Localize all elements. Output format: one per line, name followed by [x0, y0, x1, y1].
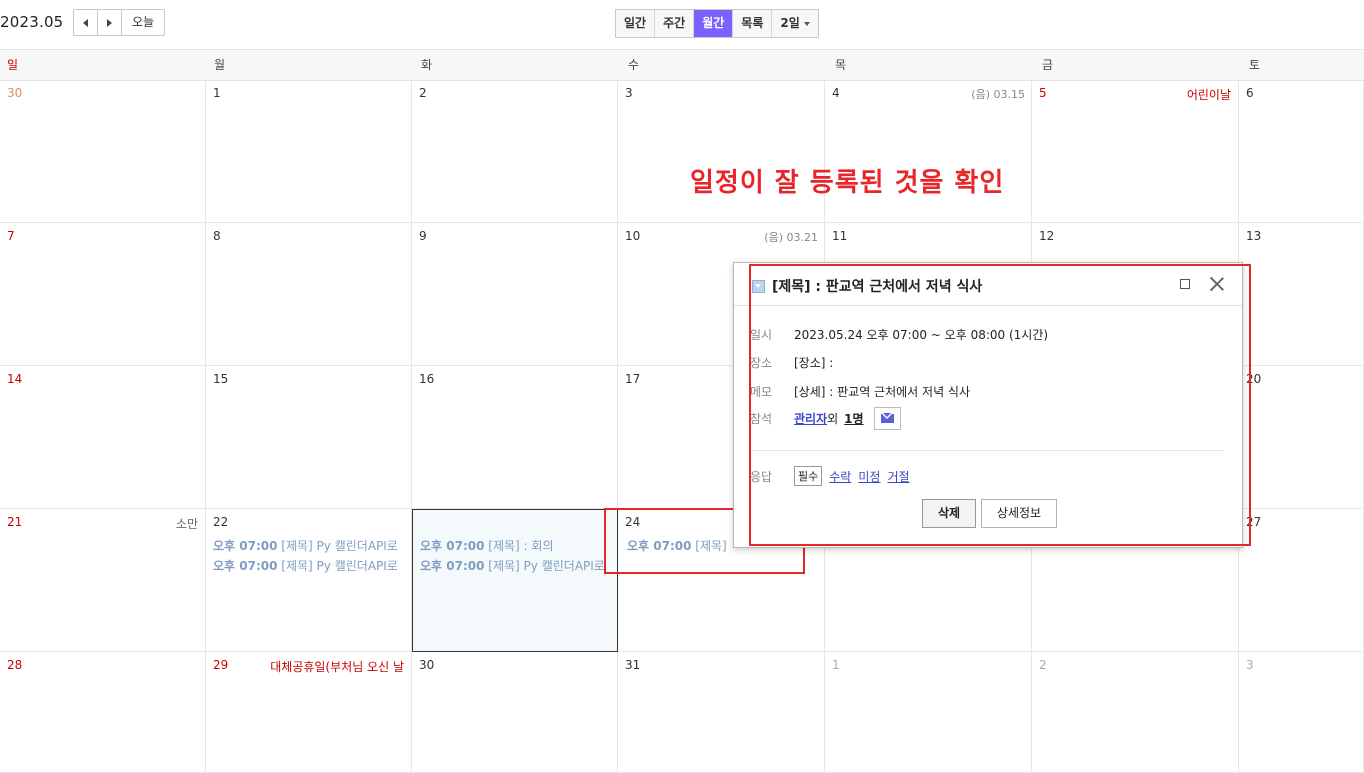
day-number: 1 — [832, 658, 840, 672]
day-cell[interactable]: 4 (음) 03.15 — [825, 80, 1032, 223]
current-month: 2023.05 — [0, 13, 64, 31]
day-cell[interactable]: 1 — [825, 652, 1032, 773]
day-cell[interactable]: 29 대체공휴일(부처님 오신 날 — [206, 652, 412, 773]
day-number: 31 — [625, 658, 641, 672]
tab-week[interactable]: 주간 — [655, 10, 695, 37]
tab-day[interactable]: 일간 — [616, 10, 656, 37]
day-number: 28 — [7, 658, 23, 672]
event-title: [제목] : 회의 — [488, 539, 554, 553]
day-number: 8 — [213, 229, 221, 243]
chevron-right-icon — [107, 18, 112, 27]
day-number: 12 — [1039, 229, 1055, 243]
event-time: 오후 07:00 — [420, 539, 485, 553]
lunar-date: (음) 03.15 — [971, 88, 1025, 101]
day-number: 29 — [213, 658, 229, 672]
day-cell[interactable]: 16 — [412, 366, 618, 509]
weekday-mon: 월 — [214, 58, 226, 72]
day-cell[interactable]: 28 — [0, 652, 206, 773]
day-cell[interactable]: 7 — [0, 223, 206, 366]
event-item[interactable]: 오후 07:00 [제목] Py 캘린더API로 — [213, 537, 405, 554]
day-cell[interactable]: 5 어린이날 — [1032, 80, 1239, 223]
day-cell[interactable]: 3 — [1239, 652, 1364, 773]
day-number: 2 — [1039, 658, 1047, 672]
day-number: 1 — [213, 86, 221, 100]
day-cell[interactable]: 22 — [206, 509, 412, 652]
chevron-down-icon — [803, 21, 810, 26]
prev-month-button[interactable] — [74, 10, 98, 35]
day-number: 15 — [213, 372, 229, 386]
day-cell[interactable]: 27 — [1239, 509, 1364, 652]
day-number: 4 — [832, 86, 840, 100]
next-month-button[interactable] — [98, 10, 122, 35]
day-number: 13 — [1246, 229, 1262, 243]
event-item[interactable]: 오후 07:00 [제목] : 회의 — [420, 537, 612, 554]
day-number: 14 — [7, 372, 23, 386]
weekday-thu: 목 — [835, 58, 847, 72]
weekday-header: 일 월 화 수 목 금 토 — [0, 49, 1364, 81]
holiday-label: 어린이날 — [1186, 88, 1231, 102]
day-cell[interactable]: 20 — [1239, 366, 1364, 509]
day-cell[interactable]: 2 — [1032, 652, 1239, 773]
solar-term: 소만 — [175, 517, 198, 531]
tab-2day-label: 2일 — [780, 16, 800, 30]
tab-2day-dropdown[interactable]: 2일 — [772, 10, 818, 37]
event-title: [제목] Py 캘린더API로 — [281, 539, 398, 553]
day-cell[interactable]: 3 — [618, 80, 825, 223]
day-cell[interactable]: 14 — [0, 366, 206, 509]
day-cell[interactable]: 8 — [206, 223, 412, 366]
day-cell[interactable]: 2 — [412, 80, 618, 223]
day-number: 16 — [419, 372, 435, 386]
day-cell[interactable]: 9 — [412, 223, 618, 366]
day-number: 21 — [7, 515, 23, 529]
weekday-fri: 금 — [1042, 58, 1054, 72]
chevron-left-icon — [83, 18, 88, 27]
month-navigation: 오늘 — [73, 9, 166, 36]
calendar-toolbar: 2023.05 오늘 일간 주간 월간 목록 2일 — [0, 0, 1364, 48]
tab-list[interactable]: 목록 — [733, 10, 773, 37]
day-number: 11 — [832, 229, 848, 243]
day-number: 22 — [213, 515, 229, 529]
day-number: 3 — [1246, 658, 1254, 672]
tab-month[interactable]: 월간 — [694, 10, 734, 37]
weekday-wed: 수 — [628, 58, 640, 72]
day-number: 17 — [625, 372, 641, 386]
day-number: 2 — [419, 86, 427, 100]
event-time: 오후 07:00 — [213, 559, 278, 573]
event-title: [제목] Py 캘린더API로 — [281, 559, 398, 573]
selected-day-highlight — [412, 509, 618, 652]
annotation-box-popup — [749, 264, 1251, 546]
weekday-tue: 화 — [421, 58, 433, 72]
day-number: 3 — [625, 86, 633, 100]
lunar-date: (음) 03.21 — [764, 231, 818, 244]
day-number: 30 — [7, 86, 23, 100]
event-time: 오후 07:00 — [420, 559, 485, 573]
day-cell[interactable]: 30 — [412, 652, 618, 773]
day-cell[interactable]: 1 — [206, 80, 412, 223]
weekday-sun: 일 — [7, 58, 19, 72]
event-title: [제목] Py 캘린더API로 — [488, 559, 605, 573]
event-item[interactable]: 오후 07:00 [제목] Py 캘린더API로 — [213, 557, 405, 574]
day-cell[interactable]: 13 — [1239, 223, 1364, 366]
day-cell[interactable]: 21 소만 — [0, 509, 206, 652]
annotation-text: 일정이 잘 등록된 것을 확인 — [690, 168, 1005, 198]
event-time: 오후 07:00 — [213, 539, 278, 553]
day-number: 7 — [7, 229, 15, 243]
holiday-label: 대체공휴일(부처님 오신 날 — [270, 660, 404, 674]
day-cell[interactable]: 15 — [206, 366, 412, 509]
event-item[interactable]: 오후 07:00 [제목] Py 캘린더API로 — [420, 557, 612, 574]
day-number: 5 — [1039, 86, 1047, 100]
day-number: 10 — [625, 229, 641, 243]
day-cell[interactable]: 31 — [618, 652, 825, 773]
view-switcher: 일간 주간 월간 목록 2일 — [615, 9, 819, 38]
today-button[interactable]: 오늘 — [122, 10, 164, 35]
weekday-sat: 토 — [1249, 58, 1261, 72]
day-number: 6 — [1246, 86, 1254, 100]
day-cell[interactable]: 6 — [1239, 80, 1364, 223]
day-cell[interactable]: 30 — [0, 80, 206, 223]
day-number: 30 — [419, 658, 435, 672]
day-number: 9 — [419, 229, 427, 243]
